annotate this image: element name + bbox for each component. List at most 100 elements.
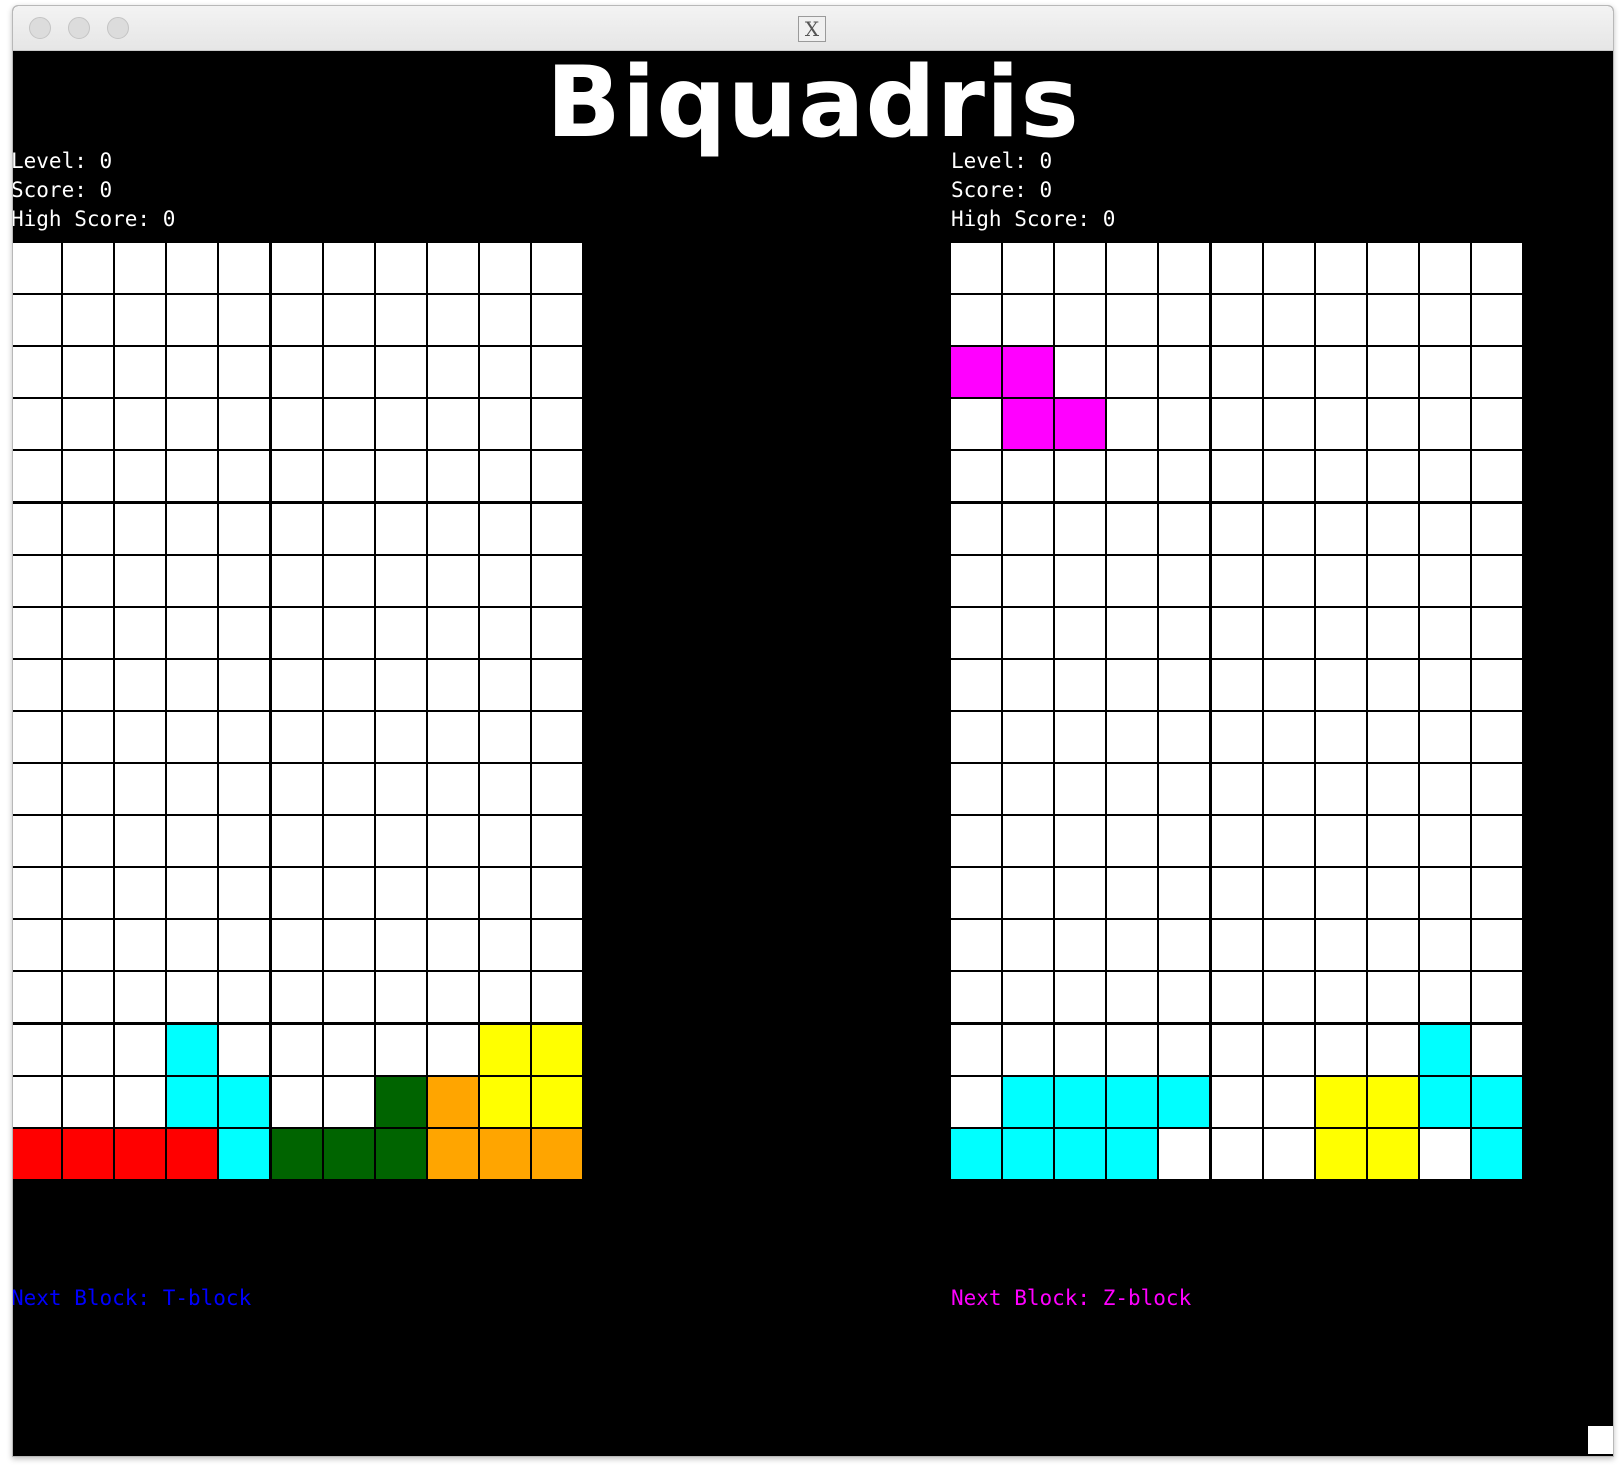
board-cell-empty (13, 764, 61, 814)
board-cell-empty (1107, 816, 1157, 866)
board-cell-empty (532, 451, 582, 501)
player1-level: Level: 0 (12, 149, 113, 173)
board-cell-empty (1420, 399, 1470, 449)
board-cell-empty (1472, 868, 1522, 918)
board-cell-empty (1368, 556, 1418, 606)
board-cell-empty (115, 399, 165, 449)
board-cell-empty (1264, 868, 1314, 918)
board-cell-empty (1003, 504, 1053, 554)
board-cell-empty (480, 295, 530, 345)
board-cell-empty (376, 243, 426, 293)
board-cell-empty (532, 504, 582, 554)
board-cell-empty (1107, 1025, 1157, 1075)
board-cell-empty (272, 764, 322, 814)
board-cell-empty (1159, 868, 1209, 918)
board-cell-empty (1316, 451, 1366, 501)
board-cell-empty (1316, 243, 1366, 293)
board-cell-empty (63, 295, 113, 345)
close-button[interactable] (29, 17, 51, 39)
board-cell-empty (1212, 868, 1262, 918)
board-cell-empty (532, 764, 582, 814)
board-cell-empty (115, 660, 165, 710)
board-cell-empty (951, 1077, 1001, 1127)
board-cell-empty (1159, 764, 1209, 814)
board-cell-empty (1055, 347, 1105, 397)
board-cell-empty (272, 295, 322, 345)
board-cell-empty (1264, 347, 1314, 397)
board-cell-empty (1107, 451, 1157, 501)
board-cell-empty (272, 660, 322, 710)
board-cell-empty (1055, 764, 1105, 814)
board-cell-empty (167, 712, 217, 762)
board-cell-empty (1420, 816, 1470, 866)
board-cell-I-block (167, 1025, 217, 1075)
board-cell-empty (13, 399, 61, 449)
board-cell-empty (1212, 608, 1262, 658)
zoom-button[interactable] (107, 17, 129, 39)
board-cell-empty (63, 1025, 113, 1075)
board-cell-O-block (1368, 1129, 1418, 1179)
board-cell-empty (63, 556, 113, 606)
board-cell-empty (428, 764, 478, 814)
board-cell-empty (272, 399, 322, 449)
board-cell-empty (324, 660, 374, 710)
board-cell-empty (1212, 712, 1262, 762)
board-cell-empty (1212, 295, 1262, 345)
board-cell-empty (167, 920, 217, 970)
board-cell-empty (1212, 1077, 1262, 1127)
board-cell-empty (1107, 868, 1157, 918)
board-cell-empty (1420, 660, 1470, 710)
board-cell-empty (324, 399, 374, 449)
board-cell-O-block (1368, 1077, 1418, 1127)
board-cell-empty (1159, 1129, 1209, 1179)
board-cell-empty (1003, 920, 1053, 970)
board-cell-I-block (219, 1077, 269, 1127)
board-cell-empty (376, 868, 426, 918)
board-cell-empty (13, 1025, 61, 1075)
board-cell-empty (951, 295, 1001, 345)
board-cell-empty (1472, 972, 1522, 1022)
board-cell-empty (272, 972, 322, 1022)
board-cell-empty (324, 1077, 374, 1127)
board-cell-empty (13, 1077, 61, 1127)
board-cell-empty (1420, 347, 1470, 397)
board-cell-empty (1368, 868, 1418, 918)
board-cell-empty (1472, 712, 1522, 762)
board-cell-empty (1264, 608, 1314, 658)
board-cell-empty (480, 347, 530, 397)
board-cell-empty (63, 660, 113, 710)
board-cell-empty (1159, 816, 1209, 866)
board-cell-empty (532, 347, 582, 397)
board-cell-empty (1472, 451, 1522, 501)
board-cell-Z-block (1055, 399, 1105, 449)
board-cell-I-block (1003, 1077, 1053, 1127)
board-cell-empty (63, 347, 113, 397)
board-cell-empty (376, 451, 426, 501)
board-cell-empty (1316, 972, 1366, 1022)
minimize-button[interactable] (68, 17, 90, 39)
board-cell-empty (428, 243, 478, 293)
board-cell-empty (480, 660, 530, 710)
board-cell-empty (1055, 816, 1105, 866)
x11-app-icon: X (798, 16, 826, 42)
board-cell-empty (1316, 1025, 1366, 1075)
board-cell-empty (272, 868, 322, 918)
board-cell-empty (324, 972, 374, 1022)
board-cell-empty (1472, 1025, 1522, 1075)
board-cell-empty (480, 399, 530, 449)
board-cell-empty (272, 504, 322, 554)
board-cell-empty (1107, 608, 1157, 658)
board-cell-empty (167, 295, 217, 345)
board-cell-empty (376, 660, 426, 710)
board-cell-empty (1264, 764, 1314, 814)
resize-grip[interactable] (1588, 1426, 1613, 1454)
board-cell-empty (951, 1025, 1001, 1075)
board-cell-empty (1472, 764, 1522, 814)
board-cell-empty (272, 1025, 322, 1075)
board-cell-S-block (324, 1129, 374, 1179)
board-cell-I-block (1055, 1077, 1105, 1127)
board-cell-empty (1420, 451, 1470, 501)
board-cell-empty (1316, 764, 1366, 814)
board-cell-empty (1472, 347, 1522, 397)
board-cell-empty (1212, 816, 1262, 866)
